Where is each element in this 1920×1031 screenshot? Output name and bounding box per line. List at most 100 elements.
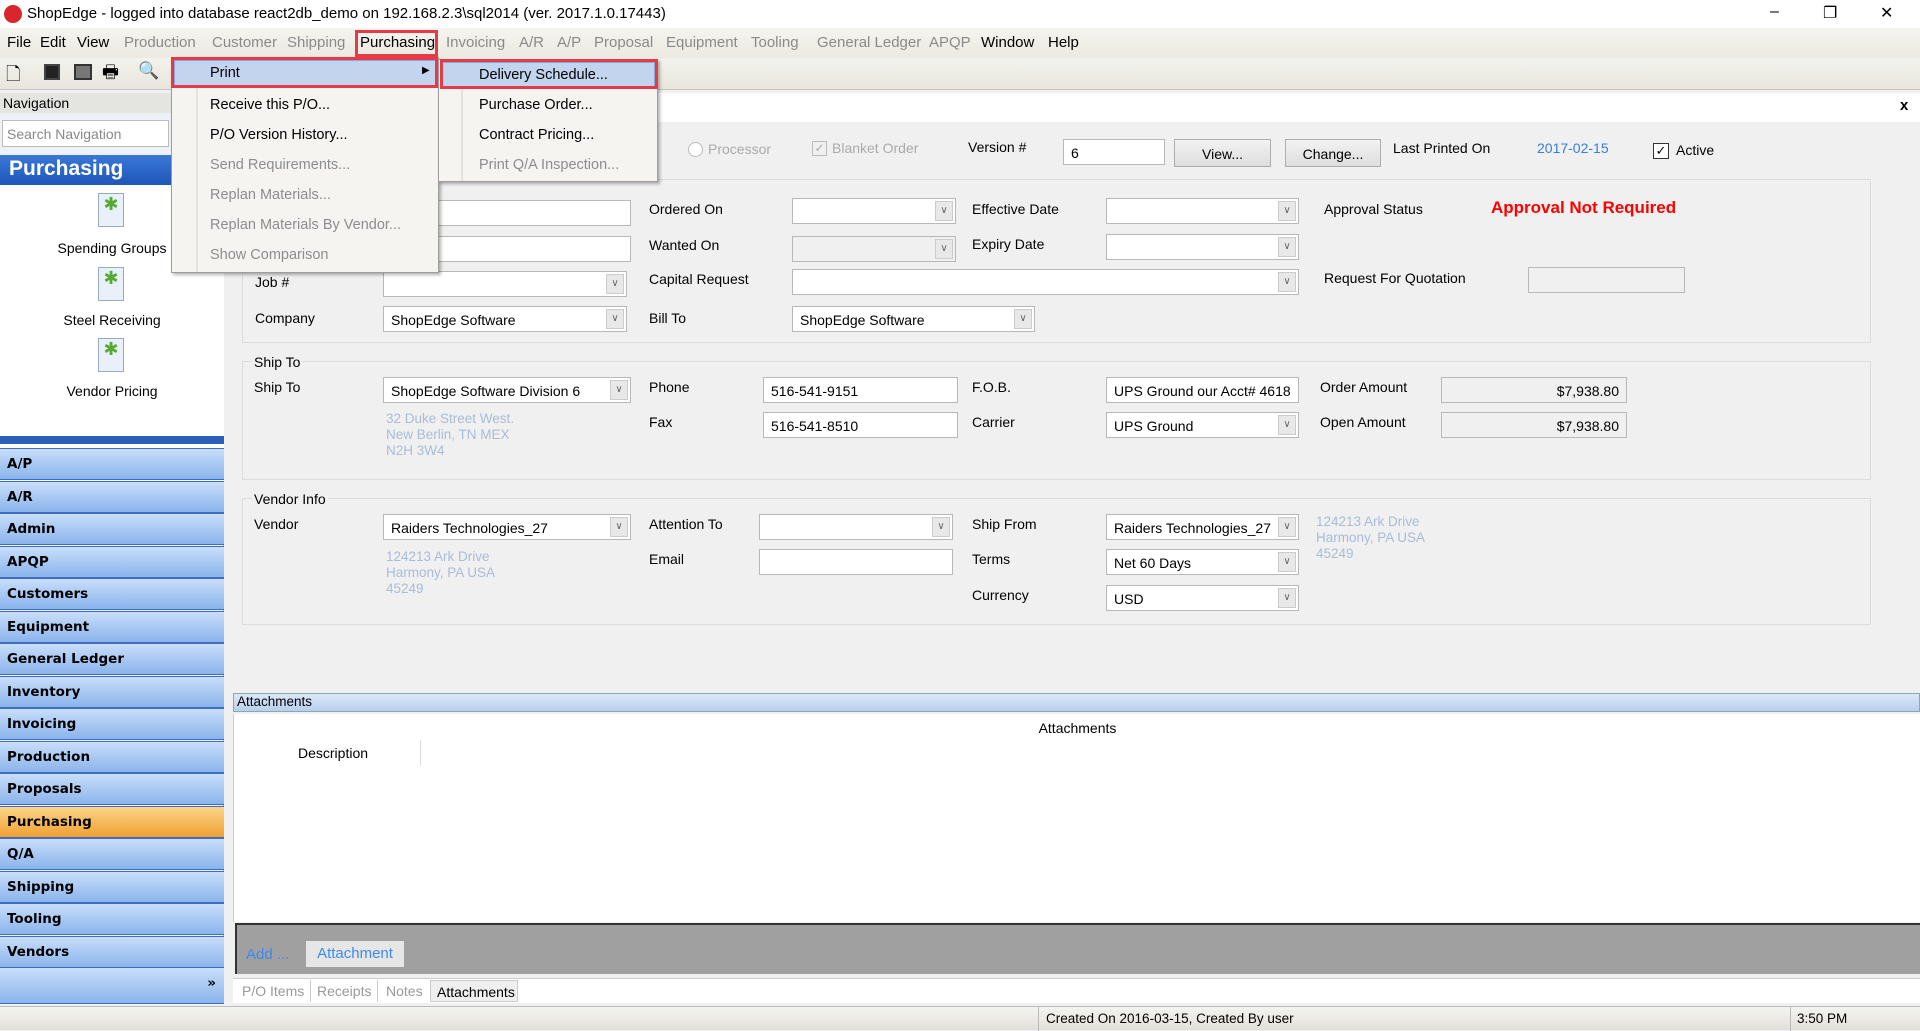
sidebar-item-invoicing[interactable]: Invoicing (0, 708, 224, 740)
menu-view[interactable]: View (77, 34, 109, 51)
capital-request-label: Capital Request (649, 271, 749, 287)
bill-to-combo[interactable]: ShopEdge Software ∨ (792, 306, 1035, 332)
save-all-icon[interactable] (74, 64, 92, 80)
menu-help[interactable]: Help (1048, 34, 1079, 51)
menu-invoicing[interactable]: Invoicing (446, 34, 505, 51)
save-icon[interactable] (44, 64, 60, 80)
fob-field[interactable]: UPS Ground our Acct# 4618 (1106, 377, 1299, 403)
menu-item-show-comparison[interactable]: Show Comparison (210, 247, 328, 263)
terms-combo[interactable]: Net 60 Days ∨ (1106, 549, 1299, 575)
menu-item-replan-by-vendor[interactable]: Replan Materials By Vendor... (210, 217, 401, 233)
menu-ar[interactable]: A/R (519, 34, 544, 51)
sidebar-item-vendors[interactable]: Vendors (0, 935, 224, 968)
tab-attachments[interactable]: Attachments (430, 980, 518, 1002)
order-amount-field: $7,938.80 (1441, 377, 1627, 403)
sidebar-item-production[interactable]: Production (0, 740, 224, 773)
processor-radio[interactable] (688, 142, 703, 157)
menu-file[interactable]: File (7, 34, 31, 51)
restore-button[interactable]: ❐ (1823, 3, 1837, 23)
spending-groups-icon[interactable]: ✱ (98, 193, 124, 227)
steel-receiving-icon[interactable]: ✱ (98, 267, 124, 301)
close-document-button[interactable]: x (1900, 97, 1908, 114)
menu-shipping[interactable]: Shipping (287, 34, 345, 51)
ship-from-combo[interactable]: Raiders Technologies_27 ∨ (1106, 514, 1299, 540)
add-attachment-button[interactable]: Attachment (306, 941, 404, 967)
menu-equipment[interactable]: Equipment (666, 34, 738, 51)
tab-notes[interactable]: Notes (380, 980, 429, 1002)
sidebar-item-customers[interactable]: Customers (0, 578, 224, 610)
attention-combo[interactable]: ∨ (759, 514, 953, 540)
approval-status-value: Approval Not Required (1491, 198, 1677, 217)
change-button[interactable]: Change... (1285, 139, 1381, 167)
menu-apqp[interactable]: APQP (929, 34, 971, 51)
highlight-print-item (171, 57, 438, 88)
sidebar-item-tooling[interactable]: Tooling (0, 903, 224, 935)
active-checkbox[interactable]: ✓ (1653, 143, 1669, 159)
ordered-on-label: Ordered On (649, 201, 723, 217)
menu-item-version-history[interactable]: P/O Version History... (210, 127, 348, 143)
sidebar-item-apqp[interactable]: APQP (0, 545, 224, 578)
menu-production[interactable]: Production (124, 34, 196, 51)
sidebar-item-inventory[interactable]: Inventory (0, 675, 224, 708)
search-navigation-input[interactable]: Search Navigation (2, 120, 169, 147)
new-document-icon[interactable]: 🗋 (6, 62, 20, 92)
sidebar-item-general-ledger[interactable]: General Ledger (0, 643, 224, 675)
email-field[interactable] (759, 549, 953, 575)
menu-item-print-qa-inspection[interactable]: Print Q/A Inspection... (479, 157, 619, 173)
chevron-down-icon: ∨ (935, 239, 953, 259)
menu-general-ledger[interactable]: General Ledger (817, 34, 921, 51)
currency-value: USD (1114, 591, 1144, 607)
blanket-order-checkbox[interactable]: ✓ (812, 141, 827, 156)
shortcut-steel-receiving[interactable]: Steel Receiving (0, 312, 224, 328)
ship-to-combo[interactable]: ShopEdge Software Division 6 ∨ (383, 377, 631, 403)
menu-item-send-requirements[interactable]: Send Requirements... (210, 157, 350, 173)
view-button[interactable]: View... (1174, 139, 1271, 167)
tab-po-items[interactable]: P/O Items (236, 980, 312, 1002)
menu-item-contract-pricing[interactable]: Contract Pricing... (479, 127, 594, 143)
vendor-pricing-icon[interactable]: ✱ (98, 338, 124, 372)
company-value: ShopEdge Software (391, 312, 516, 328)
menu-proposal[interactable]: Proposal (594, 34, 653, 51)
chevron-down-icon: ∨ (1278, 237, 1296, 257)
minimize-button[interactable]: – (1770, 3, 1779, 21)
highlight-purchasing-menu (355, 30, 438, 57)
fax-field[interactable]: 516-541-8510 (763, 412, 958, 438)
close-window-button[interactable]: ✕ (1880, 3, 1893, 23)
sidebar-item-a-r[interactable]: A/R (0, 480, 224, 513)
sidebar-item-admin[interactable]: Admin (0, 513, 224, 545)
wanted-on-combo[interactable]: ∨ (792, 236, 956, 262)
menu-tooling[interactable]: Tooling (751, 34, 799, 51)
carrier-combo[interactable]: UPS Ground ∨ (1106, 412, 1299, 438)
sidebar-item-proposals[interactable]: Proposals (0, 773, 224, 805)
sidebar-item-shipping[interactable]: Shipping (0, 870, 224, 903)
version-field[interactable]: 6 (1063, 139, 1165, 165)
company-combo[interactable]: ShopEdge Software ∨ (383, 306, 627, 332)
sidebar-splitter[interactable] (0, 436, 224, 444)
shortcut-vendor-pricing[interactable]: Vendor Pricing (0, 383, 224, 399)
ordered-on-combo[interactable]: ∨ (792, 198, 956, 224)
menu-item-purchase-order[interactable]: Purchase Order... (479, 97, 593, 113)
sidebar-item-q-a[interactable]: Q/A (0, 838, 224, 870)
phone-field[interactable]: 516-541-9151 (763, 377, 958, 403)
menu-ap[interactable]: A/P (557, 34, 581, 51)
expiry-date-combo[interactable]: ∨ (1106, 234, 1299, 260)
print-icon[interactable]: 🖶 (102, 60, 119, 90)
capital-request-combo[interactable]: ∨ (792, 269, 1299, 295)
sidebar-item-a-p[interactable]: A/P (0, 448, 224, 480)
menu-item-receive-po[interactable]: Receive this P/O... (210, 97, 330, 113)
tab-receipts[interactable]: Receipts (311, 980, 379, 1002)
menu-customer[interactable]: Customer (212, 34, 277, 51)
menu-window[interactable]: Window (981, 34, 1034, 51)
sidebar-item-equipment[interactable]: Equipment (0, 610, 224, 643)
job-combo[interactable]: ∨ (383, 271, 627, 297)
currency-combo[interactable]: USD ∨ (1106, 585, 1299, 611)
print-preview-icon[interactable]: 🔍 (138, 61, 159, 81)
description-column-header[interactable]: Description (298, 745, 368, 761)
sidebar-item-purchasing[interactable]: Purchasing (0, 805, 224, 838)
menu-edit[interactable]: Edit (40, 34, 66, 51)
effective-date-combo[interactable]: ∨ (1106, 198, 1299, 224)
sidebar-more-button[interactable]: » (0, 967, 224, 1004)
rfq-field[interactable] (1528, 267, 1685, 293)
vendor-combo[interactable]: Raiders Technologies_27 ∨ (383, 514, 631, 540)
menu-item-replan-materials[interactable]: Replan Materials... (210, 187, 331, 203)
